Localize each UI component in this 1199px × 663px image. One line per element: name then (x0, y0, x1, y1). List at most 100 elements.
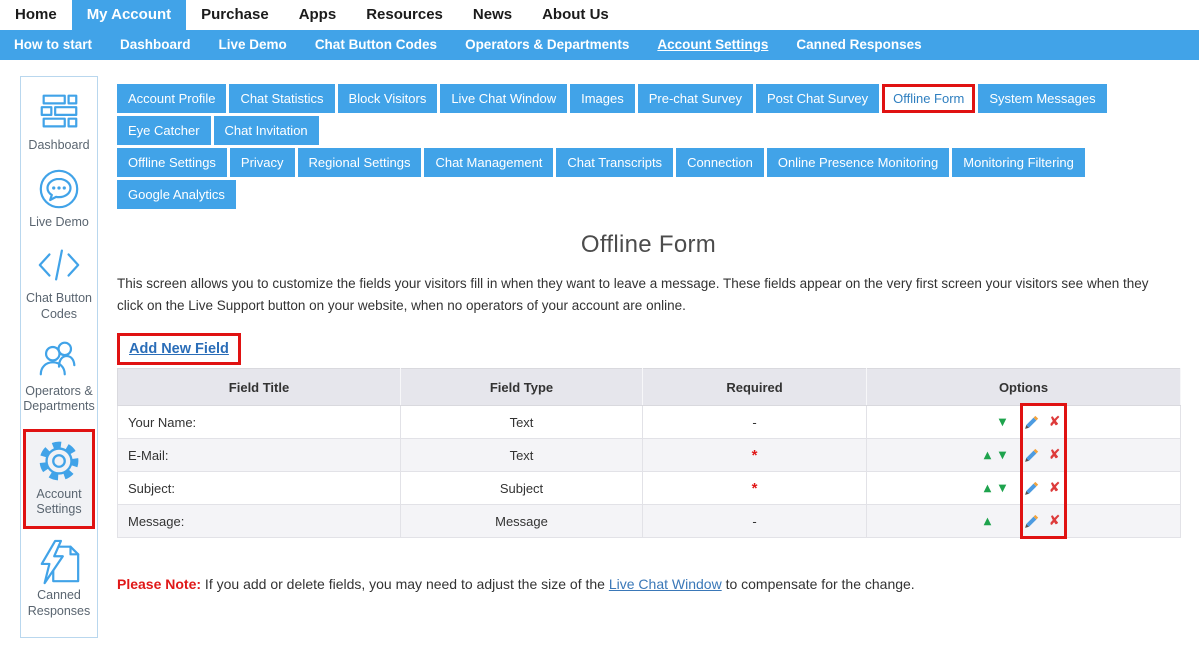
sidebar-item-operators-departments[interactable]: Operators & Departments (21, 335, 97, 415)
field-title-cell: Your Name: (118, 406, 401, 439)
sidebar-item-label: Operators & Departments (21, 384, 97, 415)
field-type-cell: Text (401, 439, 643, 472)
sidebar-item-account-settings[interactable]: Account Settings (23, 429, 95, 529)
options-controls: ▲▼ ✘ (867, 481, 1180, 496)
required-cell: * (643, 439, 867, 472)
move-down-icon[interactable]: ▼ (995, 417, 1010, 428)
top-nav-item-resources[interactable]: Resources (351, 0, 458, 30)
sub-nav-item-account-settings[interactable]: Account Settings (643, 30, 782, 60)
tab-offline-settings[interactable]: Offline Settings (117, 148, 227, 177)
sidebar-item-canned-responses[interactable]: Canned Responses (21, 539, 97, 619)
sidebar-item-label: Canned Responses (21, 588, 97, 619)
required-cell: * (643, 472, 867, 505)
canned-responses-icon (36, 539, 82, 585)
header-field-title: Field Title (118, 369, 401, 406)
edit-delete-icons: ✘ (1020, 514, 1064, 529)
tab-offline-form[interactable]: Offline Form (882, 84, 975, 113)
sidebar-item-label: Live Demo (29, 215, 89, 231)
tab-regional-settings[interactable]: Regional Settings (298, 148, 422, 177)
top-nav-item-about-us[interactable]: About Us (527, 0, 624, 30)
table-row: Your Name:Text-▼✘ (118, 406, 1181, 439)
code-icon (36, 242, 82, 288)
tab-block-visitors[interactable]: Block Visitors (338, 84, 438, 113)
edit-icon[interactable] (1024, 481, 1039, 496)
sub-nav-item-operators-departments[interactable]: Operators & Departments (451, 30, 643, 60)
required-mark: * (752, 480, 758, 497)
settings-tabs-row-1: Account ProfileChat StatisticsBlock Visi… (117, 84, 1180, 148)
reorder-arrows: ▲▼ (980, 483, 1010, 494)
sub-nav: How to startDashboardLive DemoChat Butto… (0, 30, 1199, 60)
required-cell: - (643, 406, 867, 439)
tab-online-presence-monitoring[interactable]: Online Presence Monitoring (767, 148, 949, 177)
options-cell: ▲▼ ✘ (867, 439, 1181, 472)
tab-privacy[interactable]: Privacy (230, 148, 295, 177)
table-header-row: Field Title Field Type Required Options (118, 369, 1181, 406)
page-description: This screen allows you to customize the … (117, 273, 1167, 316)
gear-icon (36, 438, 82, 484)
move-up-icon (980, 417, 995, 428)
edit-icon[interactable] (1024, 448, 1039, 463)
edit-delete-icons: ✘ (1020, 448, 1064, 463)
field-type-cell: Subject (401, 472, 643, 505)
sidebar: Dashboard Live Demo Chat Button Codes Opera… (20, 76, 98, 638)
sub-nav-item-chat-button-codes[interactable]: Chat Button Codes (301, 30, 451, 60)
sub-nav-item-canned-responses[interactable]: Canned Responses (782, 30, 935, 60)
tab-connection[interactable]: Connection (676, 148, 764, 177)
required-mark: - (752, 415, 756, 430)
live-chat-window-link[interactable]: Live Chat Window (609, 576, 722, 592)
edit-icon[interactable] (1024, 415, 1039, 430)
add-new-field-link[interactable]: Add New Field (129, 341, 229, 357)
note-text-after: to compensate for the change. (722, 576, 915, 592)
delete-icon[interactable]: ✘ (1049, 481, 1061, 495)
move-up-icon[interactable]: ▲ (980, 483, 995, 494)
fields-table: Field Title Field Type Required Options … (117, 368, 1181, 538)
tab-images[interactable]: Images (570, 84, 635, 113)
live-demo-icon (36, 166, 82, 212)
tab-live-chat-window[interactable]: Live Chat Window (440, 84, 567, 113)
top-nav-item-apps[interactable]: Apps (284, 0, 352, 30)
page-title: Offline Form (117, 231, 1180, 259)
operators-icon (36, 335, 82, 381)
move-up-icon[interactable]: ▲ (980, 450, 995, 461)
tab-chat-management[interactable]: Chat Management (424, 148, 553, 177)
delete-icon[interactable]: ✘ (1049, 448, 1061, 462)
reorder-arrows: ▲ (980, 516, 1010, 527)
note-text-before: If you add or delete fields, you may nee… (201, 576, 609, 592)
fields-table-body: Your Name:Text-▼✘E-Mail:Text*▲▼✘Subject:… (118, 406, 1181, 538)
sidebar-item-live-demo[interactable]: Live Demo (21, 166, 97, 231)
delete-icon[interactable]: ✘ (1049, 415, 1061, 429)
please-note: Please Note: If you add or delete fields… (117, 576, 1180, 592)
top-nav-item-news[interactable]: News (458, 0, 527, 30)
sidebar-item-chat-button-codes[interactable]: Chat Button Codes (21, 242, 97, 322)
table-row: Subject:Subject*▲▼✘ (118, 472, 1181, 505)
sidebar-item-label: Chat Button Codes (21, 291, 97, 322)
sub-nav-item-live-demo[interactable]: Live Demo (205, 30, 301, 60)
options-cell: ▲▼ ✘ (867, 472, 1181, 505)
move-up-icon[interactable]: ▲ (980, 516, 995, 527)
move-down-icon[interactable]: ▼ (995, 483, 1010, 494)
edit-icon[interactable] (1024, 514, 1039, 529)
move-down-icon[interactable]: ▼ (995, 450, 1010, 461)
sidebar-item-label: Account Settings (26, 487, 92, 518)
required-cell: - (643, 505, 867, 538)
tab-account-profile[interactable]: Account Profile (117, 84, 226, 113)
sidebar-item-dashboard[interactable]: Dashboard (21, 89, 97, 154)
top-nav-item-purchase[interactable]: Purchase (186, 0, 284, 30)
sub-nav-item-dashboard[interactable]: Dashboard (106, 30, 205, 60)
required-mark: - (752, 514, 756, 529)
fields-table-wrap: Field Title Field Type Required Options … (117, 368, 1180, 538)
tab-chat-invitation[interactable]: Chat Invitation (214, 116, 319, 145)
tab-eye-catcher[interactable]: Eye Catcher (117, 116, 211, 145)
top-nav-item-my-account[interactable]: My Account (72, 0, 186, 30)
tab-pre-chat-survey[interactable]: Pre-chat Survey (638, 84, 753, 113)
top-nav-item-home[interactable]: Home (0, 0, 72, 30)
options-controls: ▲✘ (867, 514, 1180, 529)
delete-icon[interactable]: ✘ (1049, 514, 1061, 528)
tab-google-analytics[interactable]: Google Analytics (117, 180, 236, 209)
tab-chat-transcripts[interactable]: Chat Transcripts (556, 148, 673, 177)
tab-system-messages[interactable]: System Messages (978, 84, 1106, 113)
sub-nav-item-how-to-start[interactable]: How to start (0, 30, 106, 60)
tab-chat-statistics[interactable]: Chat Statistics (229, 84, 334, 113)
tab-post-chat-survey[interactable]: Post Chat Survey (756, 84, 879, 113)
tab-monitoring-filtering[interactable]: Monitoring Filtering (952, 148, 1085, 177)
